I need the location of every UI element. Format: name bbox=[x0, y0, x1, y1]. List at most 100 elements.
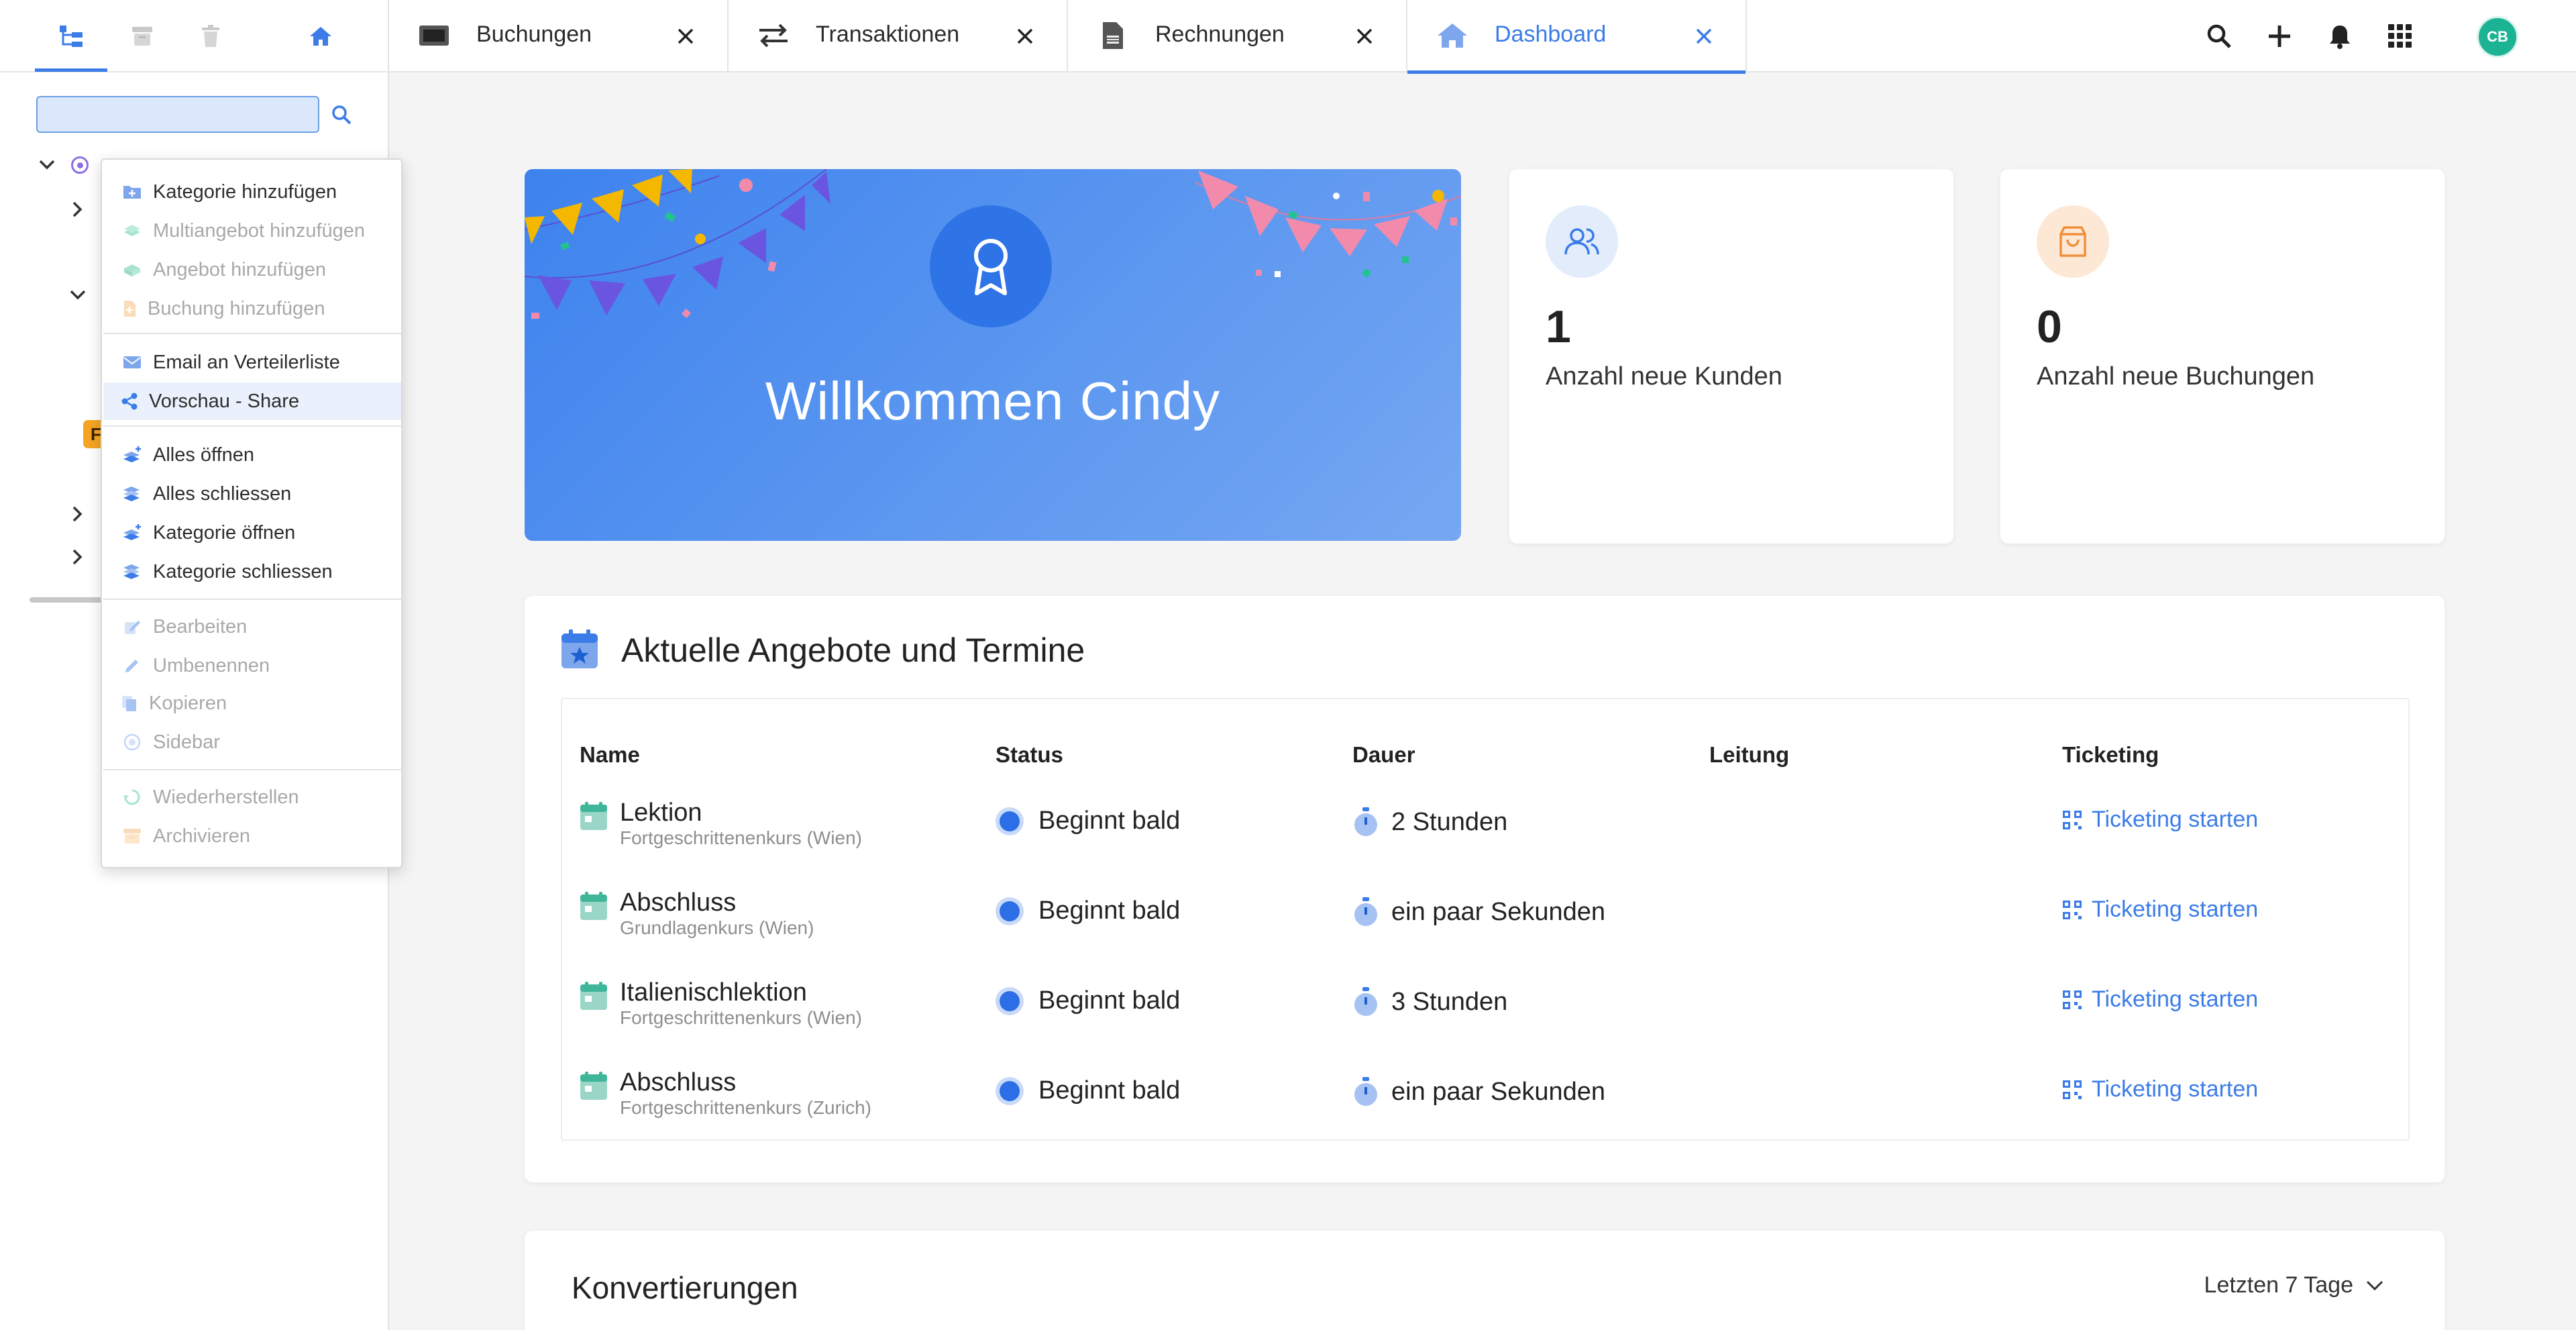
table-row[interactable]: Abschluss Fortgeschrittenenkurs (Zurich) … bbox=[562, 1056, 2408, 1146]
menu-item-preview-share[interactable]: Vorschau - Share bbox=[103, 382, 401, 420]
home-icon[interactable] bbox=[302, 17, 339, 55]
chevron-down-icon[interactable] bbox=[64, 282, 91, 309]
tab-rechnungen[interactable]: Rechnungen bbox=[1068, 0, 1407, 72]
shopping-bag-icon bbox=[2037, 205, 2109, 278]
menu-item-restore[interactable]: Wiederherstellen bbox=[103, 778, 401, 816]
duration-text: 2 Stunden bbox=[1391, 807, 1508, 836]
tab-label: Rechnungen bbox=[1155, 21, 1285, 47]
stat-value: 0 bbox=[2037, 301, 2062, 352]
search-icon[interactable] bbox=[2202, 19, 2237, 54]
stopwatch-icon bbox=[1354, 987, 1377, 1016]
conversions-title: Konvertierungen bbox=[572, 1270, 798, 1305]
offer-course: Fortgeschrittenenkurs (Zurich) bbox=[620, 1097, 872, 1118]
menu-item-email-list[interactable]: Email an Verteilerliste bbox=[103, 344, 401, 381]
tree-node-root[interactable] bbox=[34, 152, 89, 178]
chevron-down-icon[interactable] bbox=[34, 152, 60, 178]
menu-item-expand-all[interactable]: Alles öffnen bbox=[103, 436, 401, 474]
tab-label: Transaktionen bbox=[816, 21, 960, 47]
menu-item-sidebar[interactable]: Sidebar bbox=[103, 723, 401, 761]
table-row[interactable]: Abschluss Grundlagenkurs (Wien) Beginnt b… bbox=[562, 876, 2408, 966]
menu-item-label: Alles schliessen bbox=[153, 482, 292, 505]
menu-item-close-category[interactable]: Kategorie schliessen bbox=[103, 553, 401, 591]
column-header: Status bbox=[996, 742, 1063, 767]
status-cell: Beginnt bald bbox=[996, 986, 1180, 1015]
apps-grid-icon[interactable] bbox=[2383, 19, 2418, 54]
archive-icon bbox=[121, 825, 144, 848]
chevron-right-icon[interactable] bbox=[64, 544, 91, 570]
menu-item-open-category[interactable]: Kategorie öffnen bbox=[103, 514, 401, 552]
archive-icon[interactable] bbox=[123, 17, 161, 55]
booking-icon bbox=[118, 297, 141, 320]
menu-item-add-multi-offer[interactable]: Multiangebot hinzufügen bbox=[103, 212, 401, 250]
menu-item-add-offer[interactable]: Angebot hinzufügen bbox=[103, 251, 401, 289]
status-text: Beginnt bald bbox=[1038, 897, 1181, 925]
table-row[interactable]: Italienischlektion Fortgeschrittenenkurs … bbox=[562, 966, 2408, 1056]
copy-icon bbox=[118, 692, 141, 715]
ticketing-link[interactable]: Ticketing starten bbox=[2062, 897, 2258, 923]
stat-label: Anzahl neue Kunden bbox=[1546, 362, 1782, 391]
offer-course: Grundlagenkurs (Wien) bbox=[620, 917, 814, 938]
duration-cell: ein paar Sekunden bbox=[1352, 1076, 1605, 1107]
menu-item-archive[interactable]: Archivieren bbox=[103, 817, 401, 855]
award-icon bbox=[930, 205, 1052, 327]
bell-icon[interactable] bbox=[2322, 19, 2357, 54]
menu-item-label: Kategorie öffnen bbox=[153, 521, 296, 544]
duration-text: ein paar Sekunden bbox=[1391, 897, 1606, 926]
offers-card: Aktuelle Angebote und Termine Name Statu… bbox=[525, 596, 2445, 1182]
ticketing-link[interactable]: Ticketing starten bbox=[2062, 986, 2258, 1013]
close-icon[interactable] bbox=[1012, 23, 1038, 50]
menu-item-rename[interactable]: Umbenennen bbox=[103, 647, 401, 684]
offer-name-cell: Italienischlektion Fortgeschrittenenkurs … bbox=[580, 978, 862, 1029]
menu-item-label: Bearbeiten bbox=[153, 615, 248, 637]
status-dot-icon bbox=[996, 897, 1024, 925]
expand-all-icon bbox=[121, 444, 144, 466]
menu-item-label: Multiangebot hinzufügen bbox=[153, 219, 366, 242]
multi-offer-icon bbox=[121, 219, 144, 242]
tab-dashboard[interactable]: Dashboard bbox=[1407, 0, 1747, 74]
offers-table: Name Status Dauer Leitung Ticketing Lekt… bbox=[561, 698, 2410, 1141]
stopwatch-icon bbox=[1354, 1077, 1377, 1106]
menu-item-copy[interactable]: Kopieren bbox=[103, 684, 401, 722]
edit-icon bbox=[121, 615, 144, 638]
offer-name: Abschluss bbox=[620, 888, 737, 917]
offer-name: Italienischlektion bbox=[620, 978, 807, 1007]
table-row[interactable]: Lektion Fortgeschrittenenkurs (Wien) Begi… bbox=[562, 786, 2408, 876]
sidebar-search-input[interactable] bbox=[36, 96, 319, 133]
menu-item-add-category[interactable]: Kategorie hinzufügen bbox=[103, 173, 401, 211]
trash-icon[interactable] bbox=[192, 17, 229, 55]
tab-buchungen[interactable]: Buchungen bbox=[389, 0, 729, 72]
menu-item-collapse-all[interactable]: Alles schliessen bbox=[103, 475, 401, 513]
rename-icon bbox=[121, 654, 144, 677]
chevron-right-icon[interactable] bbox=[64, 196, 91, 223]
stopwatch-icon bbox=[1354, 807, 1377, 836]
search-icon[interactable] bbox=[327, 101, 356, 129]
offer-course: Fortgeschrittenenkurs (Wien) bbox=[620, 827, 863, 848]
plus-icon[interactable] bbox=[2262, 19, 2297, 54]
ticketing-link[interactable]: Ticketing starten bbox=[2062, 1076, 2258, 1103]
offer-name-cell: Abschluss Fortgeschrittenenkurs (Zurich) bbox=[580, 1068, 871, 1119]
ticketing-link[interactable]: Ticketing starten bbox=[2062, 807, 2258, 833]
mail-icon bbox=[121, 351, 144, 374]
status-text: Beginnt bald bbox=[1038, 986, 1181, 1015]
close-icon[interactable] bbox=[1690, 23, 1717, 50]
avatar[interactable]: CB bbox=[2477, 16, 2518, 58]
offer-icon bbox=[121, 258, 144, 281]
stat-value: 1 bbox=[1546, 301, 1571, 352]
stat-card-new-customers: 1 Anzahl neue Kunden bbox=[1509, 169, 1953, 544]
chevron-right-icon[interactable] bbox=[64, 501, 91, 527]
radio-icon bbox=[71, 156, 89, 174]
menu-item-edit[interactable]: Bearbeiten bbox=[103, 608, 401, 646]
close-icon[interactable] bbox=[1351, 23, 1378, 50]
qr-code-icon bbox=[2063, 1080, 2082, 1099]
duration-text: 3 Stunden bbox=[1391, 987, 1508, 1016]
status-cell: Beginnt bald bbox=[996, 807, 1180, 835]
stopwatch-icon bbox=[1354, 897, 1377, 926]
tab-transaktionen[interactable]: Transaktionen bbox=[729, 0, 1068, 72]
date-range-select[interactable]: Letzten 7 Tage bbox=[2204, 1272, 2384, 1298]
menu-item-add-booking[interactable]: Buchung hinzufügen bbox=[103, 290, 401, 327]
status-text: Beginnt bald bbox=[1038, 807, 1181, 835]
sidebar-scrollbar[interactable] bbox=[30, 597, 103, 603]
close-icon[interactable] bbox=[672, 23, 699, 50]
menu-separator bbox=[103, 769, 401, 770]
tree-view-icon[interactable] bbox=[52, 17, 90, 55]
